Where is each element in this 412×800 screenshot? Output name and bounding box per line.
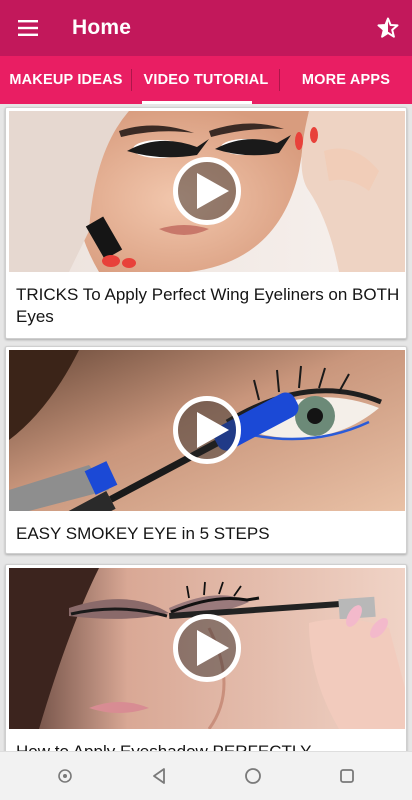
back-icon <box>153 768 165 784</box>
recents-icon <box>340 769 354 783</box>
video-thumbnail[interactable] <box>9 350 405 511</box>
recents-button[interactable] <box>327 756 367 796</box>
play-button[interactable] <box>173 614 241 682</box>
play-icon <box>197 412 229 448</box>
tab-bar: MAKEUP IDEAS VIDEO TUTORIAL MORE APPS <box>0 56 412 104</box>
back-button[interactable] <box>139 756 179 796</box>
video-title: How to Apply Eyeshadow PERFECTLY <box>16 741 402 751</box>
video-thumbnail[interactable] <box>9 111 405 272</box>
video-list[interactable]: TRICKS To Apply Perfect Wing Eyeliners o… <box>0 104 412 751</box>
assistant-dot-icon <box>58 769 72 783</box>
app-bar: Home <box>0 0 412 56</box>
video-title: EASY SMOKEY EYE in 5 STEPS <box>16 524 270 543</box>
system-nav-bar <box>0 751 412 800</box>
tab-makeup-ideas[interactable]: MAKEUP IDEAS <box>0 56 132 104</box>
play-icon <box>197 173 229 209</box>
star-half-icon <box>377 17 399 38</box>
tab-label: MAKEUP IDEAS <box>9 72 123 88</box>
tab-label: MORE APPS <box>301 72 391 88</box>
play-icon <box>197 630 229 666</box>
play-button[interactable] <box>173 157 241 225</box>
home-button[interactable] <box>233 756 273 796</box>
video-card[interactable]: How to Apply Eyeshadow PERFECTLY <box>5 564 407 751</box>
home-icon <box>245 768 261 784</box>
assistant-button[interactable] <box>45 756 85 796</box>
rate-button[interactable] <box>372 12 404 44</box>
tab-video-tutorial[interactable]: VIDEO TUTORIAL <box>132 56 280 104</box>
tab-more-apps[interactable]: MORE APPS <box>280 56 412 104</box>
play-button[interactable] <box>173 396 241 464</box>
page-title: Home <box>72 16 132 39</box>
video-thumbnail[interactable] <box>9 568 405 729</box>
video-card[interactable]: EASY SMOKEY EYE in 5 STEPS <box>5 346 407 554</box>
hamburger-menu-icon <box>18 20 38 36</box>
tab-label: VIDEO TUTORIAL <box>143 72 269 88</box>
video-title: TRICKS To Apply Perfect Wing Eyeliners o… <box>16 285 400 326</box>
video-card[interactable]: TRICKS To Apply Perfect Wing Eyeliners o… <box>5 107 407 339</box>
menu-button[interactable] <box>0 0 56 56</box>
